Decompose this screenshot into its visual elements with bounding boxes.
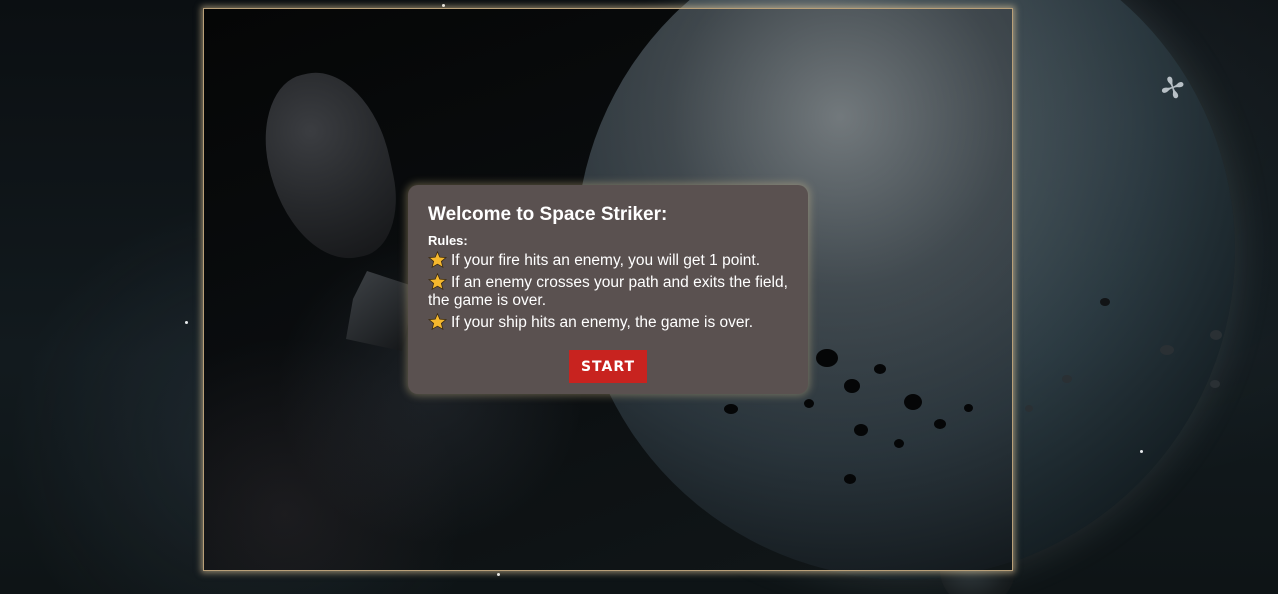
field-debris bbox=[934, 419, 946, 429]
field-debris bbox=[844, 474, 856, 484]
start-button[interactable]: START bbox=[568, 350, 648, 383]
background-star bbox=[185, 321, 188, 324]
rules-heading: Rules: bbox=[428, 233, 468, 248]
field-debris bbox=[804, 399, 814, 408]
start-button-wrap: START bbox=[428, 350, 788, 383]
background-asteroid bbox=[1100, 298, 1110, 306]
field-debris bbox=[854, 424, 868, 436]
star-icon bbox=[428, 273, 447, 290]
rule-text: If your fire hits an enemy, you will get… bbox=[451, 252, 761, 269]
field-debris bbox=[844, 379, 860, 393]
star-icon bbox=[428, 313, 447, 330]
dialog-title: Welcome to Space Striker: bbox=[428, 204, 668, 225]
background-star bbox=[497, 573, 500, 576]
field-debris bbox=[724, 404, 738, 414]
rule-item: If your fire hits an enemy, you will get… bbox=[428, 251, 788, 270]
field-debris bbox=[964, 404, 973, 412]
rule-text: If your ship hits an enemy, the game is … bbox=[451, 314, 754, 331]
field-wreck bbox=[346, 271, 416, 351]
background-asteroid bbox=[1210, 380, 1220, 388]
background-asteroid bbox=[1062, 375, 1072, 383]
background-star bbox=[442, 4, 445, 7]
background-asteroid bbox=[1210, 330, 1222, 340]
field-debris bbox=[816, 349, 838, 367]
rule-text: If an enemy crosses your path and exits … bbox=[428, 274, 788, 309]
rule-item: If an enemy crosses your path and exits … bbox=[428, 273, 788, 310]
field-asteroid bbox=[251, 60, 409, 272]
field-debris bbox=[874, 364, 886, 374]
rule-item: If your ship hits an enemy, the game is … bbox=[428, 313, 788, 332]
background-asteroid bbox=[1025, 405, 1033, 412]
star-icon bbox=[428, 251, 447, 268]
background-star bbox=[1140, 450, 1143, 453]
field-debris bbox=[904, 394, 922, 410]
welcome-dialog: Welcome to Space Striker: Rules: If your… bbox=[408, 185, 808, 394]
background-asteroid bbox=[1160, 345, 1174, 355]
field-debris bbox=[894, 439, 904, 448]
